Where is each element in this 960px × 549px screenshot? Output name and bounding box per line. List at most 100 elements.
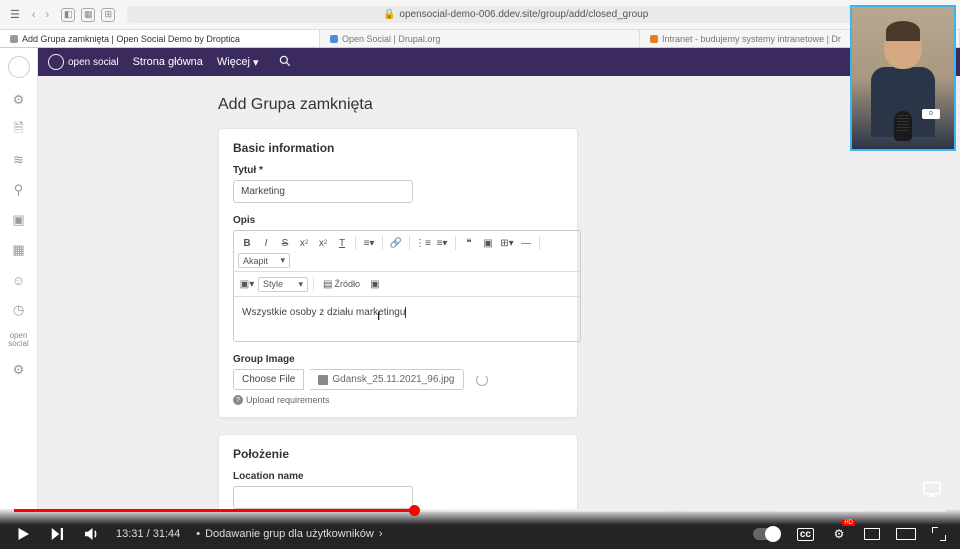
favicon-icon	[650, 35, 658, 43]
grid-icon[interactable]: ⊞	[101, 8, 115, 22]
browser-tabs: Add Grupa zamknięta | Open Social Demo b…	[0, 30, 960, 48]
play-icon[interactable]	[14, 525, 32, 543]
page-title: Add Grupa zamknięta	[218, 96, 960, 114]
user-icon[interactable]: ☺	[11, 272, 27, 288]
card-title: Położenie	[233, 447, 563, 461]
shield-icon[interactable]: ◧	[61, 8, 75, 22]
search-icon[interactable]	[278, 54, 292, 71]
hd-badge: HD	[842, 520, 855, 526]
bullet-list-icon[interactable]: ⋮≡	[414, 234, 432, 252]
help-icon: ?	[233, 395, 243, 405]
embed-icon[interactable]: ▣	[366, 275, 384, 293]
captions-button[interactable]: cc	[797, 528, 814, 541]
logo-text: open social	[68, 57, 119, 68]
miniplayer-icon[interactable]	[864, 528, 880, 540]
back-icon[interactable]: ‹	[32, 9, 36, 21]
clear-format-icon[interactable]: T	[333, 234, 351, 252]
pin-icon[interactable]: ⚲	[11, 182, 27, 198]
browser-tab-2[interactable]: Open Social | Drupal.org	[320, 30, 640, 47]
group-image-label: Group Image	[233, 354, 563, 365]
card-location: Położenie Location name Państwo - Brak -…	[218, 434, 578, 509]
tab-label: Open Social | Drupal.org	[342, 34, 440, 44]
rte-toolbar-2: ▣▾ Style▾ ▤ Źródło ▣	[234, 272, 580, 297]
gear-icon[interactable]: ⚙	[11, 92, 27, 108]
app-logo[interactable]: open social	[48, 54, 119, 70]
settings-icon[interactable]: ⚙HD	[830, 525, 848, 543]
main-content: Add Grupa zamknięta Basic information Ty…	[38, 76, 960, 509]
time-display: 13:31 / 31:44	[116, 528, 180, 540]
subscript-icon[interactable]: x2	[314, 234, 332, 252]
file-icon	[318, 375, 328, 385]
format-select[interactable]: Akapit▾	[238, 253, 290, 268]
card-basic-info: Basic information Tytuł * Opis B I S x2 …	[218, 128, 578, 418]
table-icon[interactable]: ⊞▾	[498, 234, 516, 252]
lock-icon: 🔒	[383, 9, 395, 20]
superscript-icon[interactable]: x2	[295, 234, 313, 252]
hr-icon[interactable]: ―	[517, 234, 535, 252]
progress-bar[interactable]	[14, 509, 946, 512]
sidebar-toggle-icon[interactable]: ☰	[10, 8, 20, 21]
shirt-logo: D	[922, 109, 940, 119]
card-title: Basic information	[233, 141, 563, 155]
chevron-down-icon: ▾	[280, 255, 285, 266]
scrubber-handle[interactable]	[409, 505, 420, 516]
upload-requirements-link[interactable]: ?Upload requirements	[233, 395, 563, 405]
chevron-down-icon: ▾	[253, 56, 259, 69]
address-bar[interactable]: 🔒 opensocial-demo-006.ddev.site/group/ad…	[127, 6, 904, 23]
app-logo-icon[interactable]	[8, 56, 30, 78]
layers-icon[interactable]: ≋	[11, 152, 27, 168]
next-icon[interactable]	[48, 525, 66, 543]
nav-buttons: ‹ ›	[32, 9, 49, 21]
cast-icon[interactable]	[922, 481, 942, 502]
rte-textarea[interactable]: Wszystkie osoby z działu marketingu	[234, 297, 580, 341]
favicon-icon	[330, 35, 338, 43]
forward-icon[interactable]: ›	[46, 9, 50, 21]
browser-tab-1[interactable]: Add Grupa zamknięta | Open Social Demo b…	[0, 30, 320, 47]
youtube-controls: 13:31 / 31:44 • Dodawanie grup dla użytk…	[0, 509, 960, 549]
number-list-icon[interactable]: ≡▾	[433, 234, 451, 252]
theater-icon[interactable]	[896, 528, 916, 540]
url-text: opensocial-demo-006.ddev.site/group/add/…	[399, 9, 648, 20]
strike-icon[interactable]: S	[276, 234, 294, 252]
grid-icon[interactable]: ▦	[11, 242, 27, 258]
tab-label: Add Grupa zamknięta | Open Social Demo b…	[22, 34, 240, 44]
autoplay-toggle[interactable]	[753, 528, 781, 540]
title-input[interactable]	[233, 180, 413, 203]
nav-more-label: Więcej	[217, 56, 250, 68]
rte-toolbar-1: B I S x2 x2 T ≡▾ 🔗 ⋮≡ ≡▾ ❝	[234, 231, 580, 272]
page-content: ⚙ 🗎 ≋ ⚲ ▣ ▦ ☺ ◷ open social ⚙ open socia…	[0, 48, 960, 509]
bold-icon[interactable]: B	[238, 234, 256, 252]
rail-label: open social	[0, 332, 37, 348]
file-name-display: Gdansk_25.11.2021_96.jpg	[310, 369, 463, 390]
logo-icon	[48, 54, 64, 70]
settings-icon[interactable]: ⚙	[11, 362, 27, 378]
app-header: open social Strona główna Więcej ▾ +	[38, 48, 960, 76]
source-button[interactable]: ▤ Źródło	[319, 275, 364, 293]
chevron-right-icon: ›	[379, 528, 383, 540]
chevron-down-icon: ▾	[298, 279, 303, 290]
quote-icon[interactable]: ❝	[460, 234, 478, 252]
panel-icon[interactable]: ▦	[81, 8, 95, 22]
clock-icon[interactable]: ◷	[11, 302, 27, 318]
image-icon[interactable]: ▣	[479, 234, 497, 252]
italic-icon[interactable]: I	[257, 234, 275, 252]
chip-icon[interactable]: ▣	[11, 212, 27, 228]
nav-home[interactable]: Strona główna	[133, 56, 203, 68]
webcam-overlay: D	[850, 5, 956, 151]
location-input[interactable]	[233, 486, 413, 509]
document-icon[interactable]: 🗎	[11, 122, 27, 138]
chapter-title[interactable]: • Dodawanie grup dla użytkowników ›	[196, 528, 382, 540]
style-select[interactable]: Style▾	[258, 277, 308, 292]
volume-icon[interactable]	[82, 525, 100, 543]
left-sidebar: ⚙ 🗎 ≋ ⚲ ▣ ▦ ☺ ◷ open social ⚙	[0, 48, 38, 509]
favicon-icon	[10, 35, 18, 43]
nav-more[interactable]: Więcej ▾	[217, 56, 259, 69]
choose-file-button[interactable]: Choose File	[233, 369, 304, 390]
align-icon[interactable]: ≡▾	[360, 234, 378, 252]
loading-spinner-icon	[476, 374, 488, 386]
browser-toolbar: ☰ ‹ › ◧ ▦ ⊞ 🔒 opensocial-demo-006.ddev.s…	[0, 0, 960, 30]
media-icon[interactable]: ▣▾	[238, 275, 256, 293]
link-icon[interactable]: 🔗	[387, 234, 405, 252]
rich-text-editor: B I S x2 x2 T ≡▾ 🔗 ⋮≡ ≡▾ ❝	[233, 230, 581, 342]
fullscreen-icon[interactable]	[932, 527, 946, 541]
